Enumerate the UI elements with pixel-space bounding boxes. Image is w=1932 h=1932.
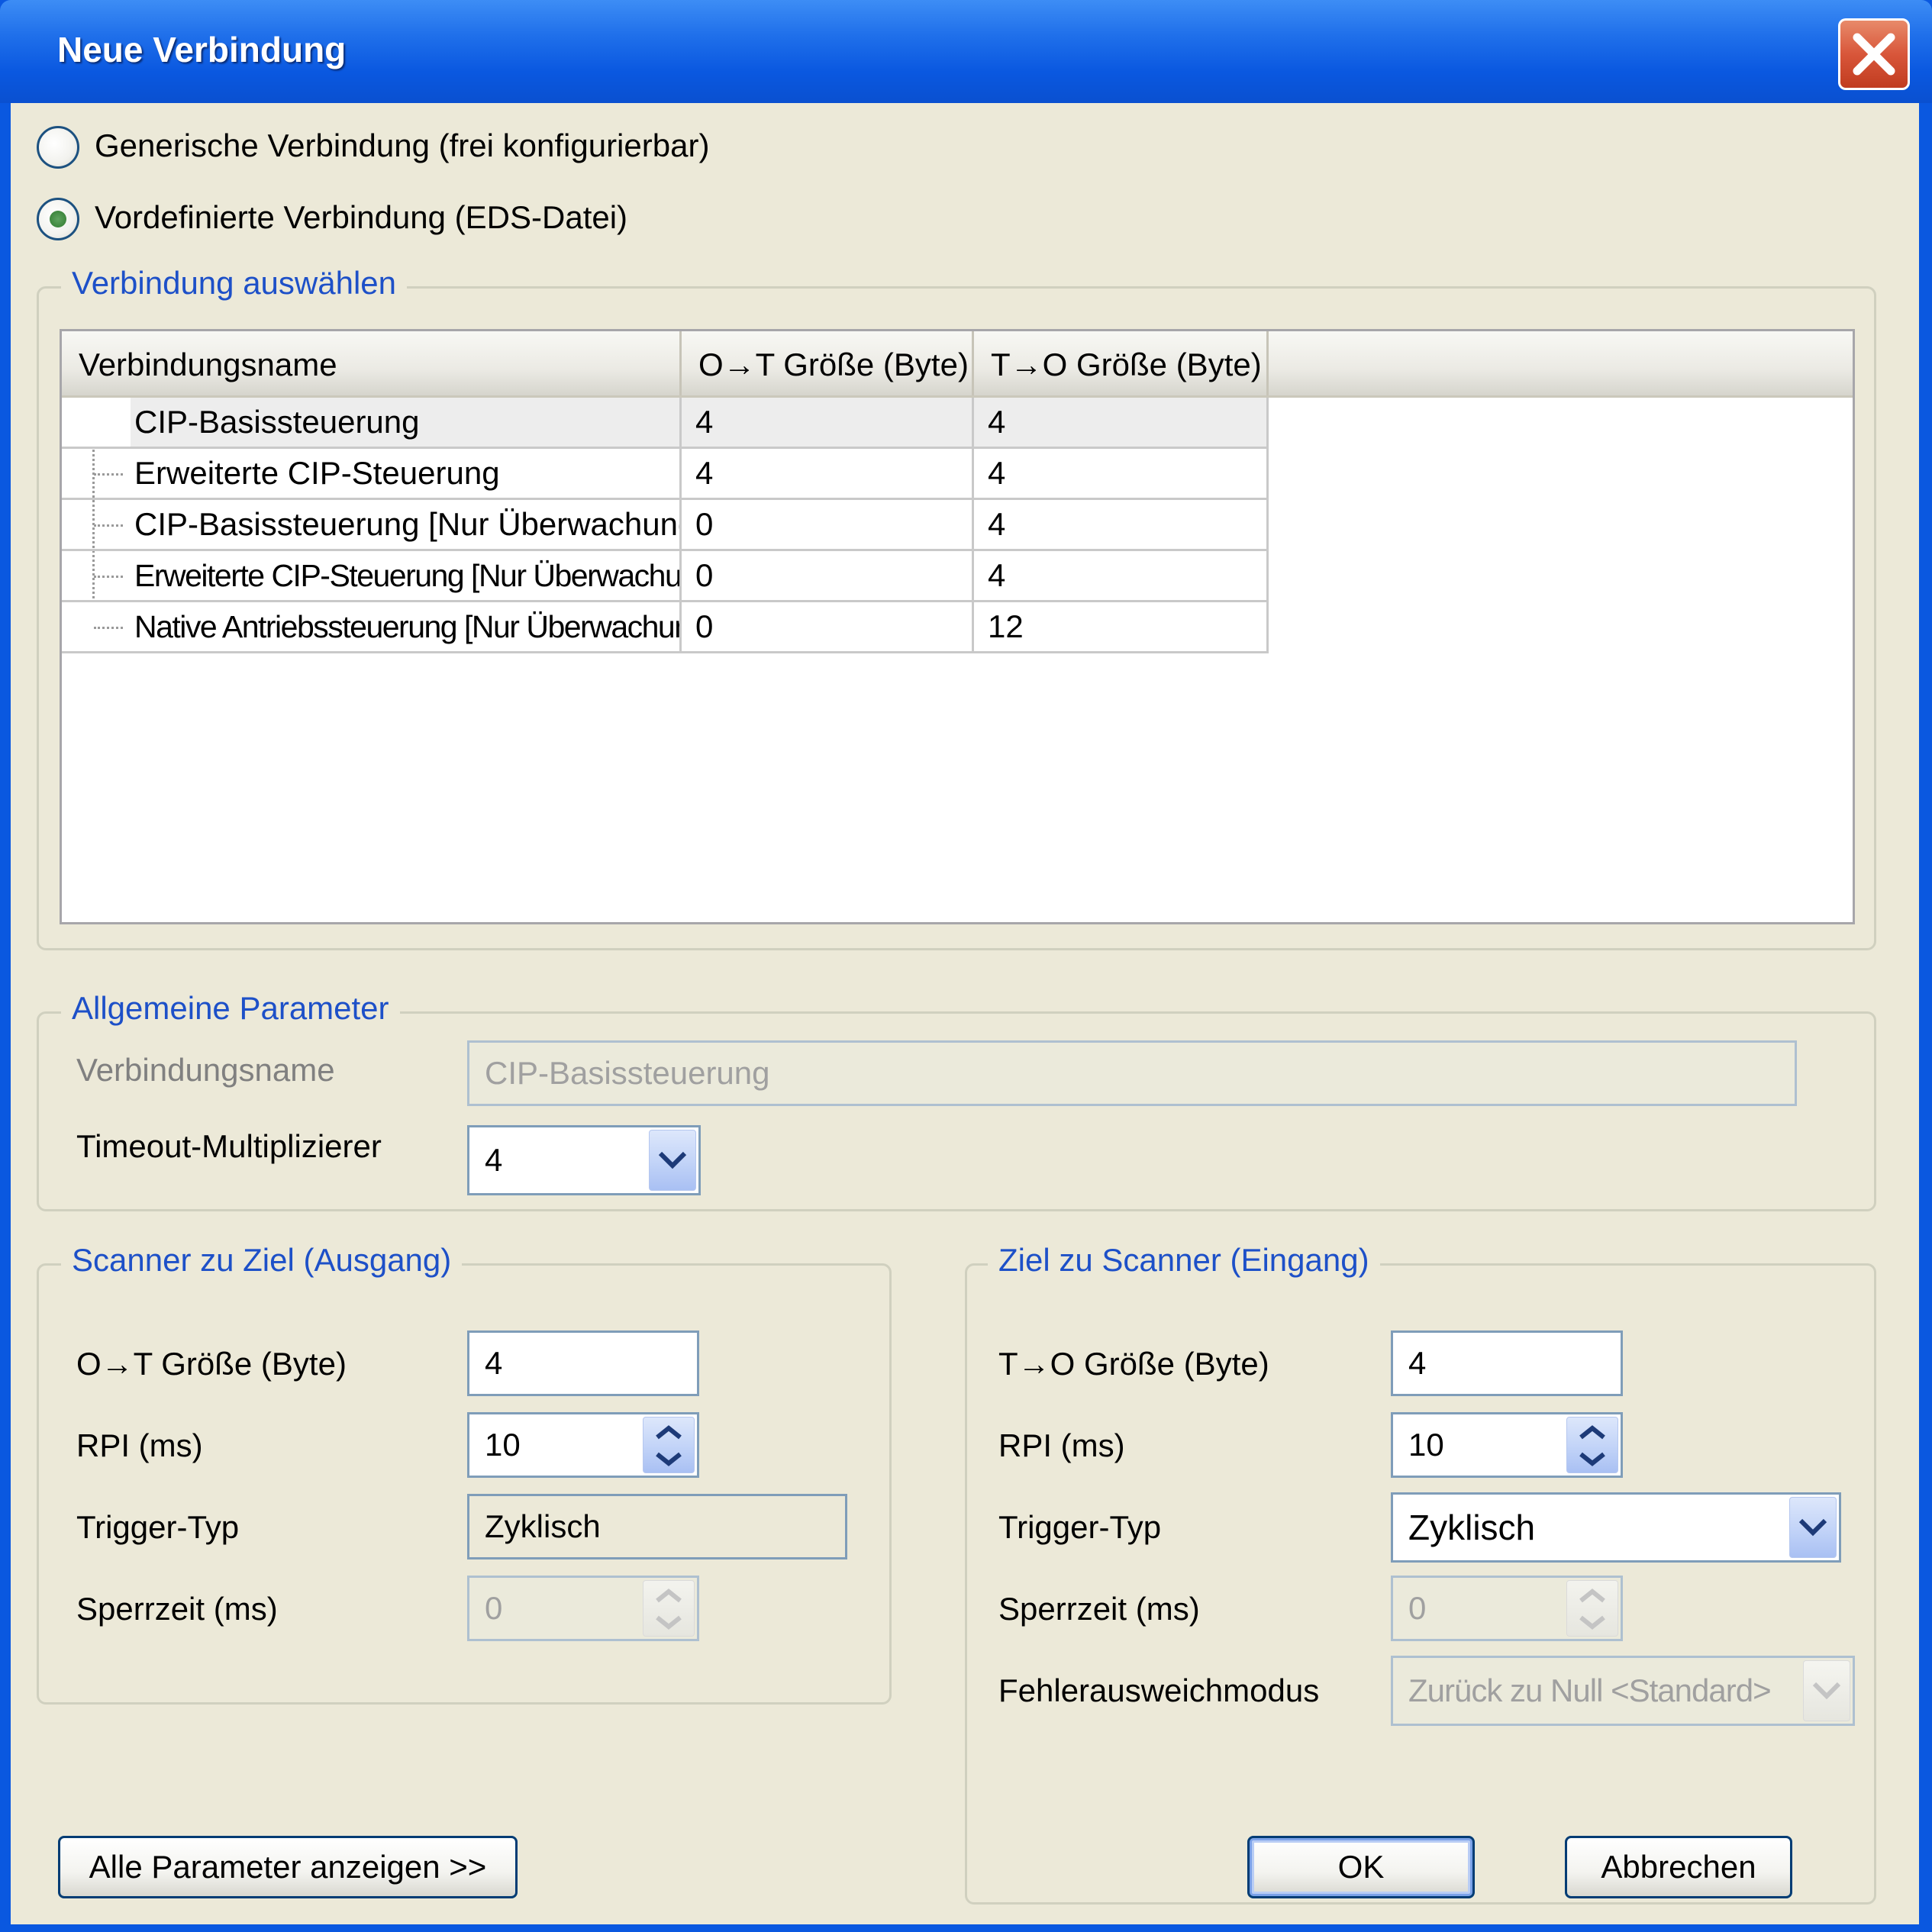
timeout-multiplier-value: 4 [485, 1142, 503, 1178]
column-header-to-size[interactable]: T→O Größe (Byte) [974, 331, 1269, 395]
output-legend: Scanner zu Ziel (Ausgang) [61, 1242, 463, 1279]
table-row-name[interactable]: Native Antriebssteuerung [Nur Überwachun… [62, 602, 682, 653]
chevron-down-icon [658, 1151, 687, 1169]
table-row-name[interactable]: Erweiterte CIP-Steuerung [Nur Überwachun… [62, 551, 682, 602]
cancel-button[interactable]: Abbrechen [1565, 1836, 1792, 1898]
input-size-label: T→O Größe (Byte) [998, 1346, 1269, 1382]
close-icon [1853, 33, 1895, 76]
column-header-name[interactable]: Verbindungsname [62, 331, 682, 395]
input-legend: Ziel zu Scanner (Eingang) [988, 1242, 1380, 1279]
input-inhibit-field[interactable]: 0 [1391, 1576, 1623, 1641]
input-inhibit-spinner[interactable] [1566, 1580, 1618, 1637]
table-row-to[interactable]: 4 [974, 449, 1269, 500]
dialog-window: Neue Verbindung Generische Verbindung (f… [0, 0, 1932, 1932]
output-trigger-field[interactable]: Zyklisch [467, 1494, 847, 1559]
input-trigger-label: Trigger-Typ [998, 1509, 1162, 1545]
title-bar[interactable]: Neue Verbindung [0, 0, 1932, 103]
timeout-multiplier-dropdown[interactable]: 4 [467, 1125, 701, 1195]
chevron-down-icon [1812, 1682, 1841, 1700]
window-title: Neue Verbindung [57, 30, 347, 69]
connection-name-label: Verbindungsname [76, 1052, 335, 1088]
dialog-body: Generische Verbindung (frei konfigurierb… [11, 103, 1919, 1924]
output-size-field[interactable]: 4 [467, 1330, 699, 1396]
input-trigger-dropdown[interactable]: Zyklisch [1391, 1492, 1841, 1563]
fault-mode-dropdown[interactable]: Zurück zu Null <Standard> [1391, 1656, 1855, 1726]
select-connection-legend: Verbindung auswählen [61, 265, 408, 302]
input-rpi-value: 10 [1408, 1427, 1444, 1463]
input-trigger-value: Zyklisch [1408, 1508, 1536, 1547]
spinner-arrows-icon [656, 1425, 682, 1466]
output-group [37, 1263, 892, 1705]
spinner-arrows-icon [1579, 1588, 1605, 1630]
fault-mode-label: Fehlerausweichmodus [998, 1672, 1320, 1708]
table-row-ot[interactable]: 0 [682, 500, 974, 551]
input-rpi-field[interactable]: 10 [1391, 1412, 1623, 1478]
spinner-arrows-icon [1579, 1425, 1605, 1466]
fault-mode-value: Zurück zu Null <Standard> [1408, 1672, 1772, 1708]
input-inhibit-value: 0 [1408, 1590, 1427, 1626]
output-inhibit-label: Sperrzeit (ms) [76, 1591, 278, 1627]
output-inhibit-field[interactable]: 0 [467, 1576, 699, 1641]
output-rpi-value: 10 [485, 1427, 521, 1463]
table-row-to[interactable]: 4 [974, 398, 1269, 449]
table-row-to[interactable]: 4 [974, 500, 1269, 551]
table-row-ot[interactable]: 4 [682, 398, 974, 449]
chevron-down-icon [1798, 1518, 1827, 1537]
table-row-to[interactable]: 4 [974, 551, 1269, 602]
radio-generic-label[interactable]: Generische Verbindung (frei konfigurierb… [95, 127, 709, 164]
radio-selected-dot [50, 211, 66, 227]
table-row-name[interactable]: CIP-Basissteuerung [Nur Überwachung] [62, 500, 682, 551]
table-header: Verbindungsname O→T Größe (Byte) T→O Grö… [62, 331, 1853, 398]
table-row-name[interactable]: CIP-Basissteuerung [62, 398, 682, 449]
spinner-arrows-icon [656, 1588, 682, 1630]
timeout-multiplier-label: Timeout-Multiplizierer [76, 1128, 382, 1164]
input-inhibit-label: Sperrzeit (ms) [998, 1591, 1200, 1627]
table-row-ot[interactable]: 4 [682, 449, 974, 500]
output-inhibit-value: 0 [485, 1590, 503, 1626]
output-rpi-label: RPI (ms) [76, 1427, 203, 1463]
output-inhibit-spinner[interactable] [643, 1580, 695, 1637]
fault-mode-dropdown-button[interactable] [1803, 1660, 1850, 1721]
table-row-name[interactable]: Erweiterte CIP-Steuerung [62, 449, 682, 500]
output-size-label: O→T Größe (Byte) [76, 1346, 347, 1382]
column-header-ot-size[interactable]: O→T Größe (Byte) [682, 331, 974, 395]
input-rpi-label: RPI (ms) [998, 1427, 1125, 1463]
input-rpi-spinner[interactable] [1566, 1417, 1618, 1473]
connection-name-field[interactable]: CIP-Basissteuerung [467, 1040, 1797, 1106]
table-row-to[interactable]: 12 [974, 602, 1269, 653]
output-rpi-spinner[interactable] [643, 1417, 695, 1473]
radio-generic[interactable] [37, 126, 79, 169]
output-rpi-field[interactable]: 10 [467, 1412, 699, 1478]
ok-button[interactable]: OK [1247, 1836, 1475, 1898]
output-trigger-label: Trigger-Typ [76, 1509, 240, 1545]
input-size-field[interactable]: 4 [1391, 1330, 1623, 1396]
timeout-dropdown-button[interactable] [649, 1130, 696, 1191]
radio-predefined-label[interactable]: Vordefinierte Verbindung (EDS-Datei) [95, 199, 627, 236]
input-trigger-dropdown-button[interactable] [1789, 1497, 1837, 1558]
table-row-ot[interactable]: 0 [682, 602, 974, 653]
connection-table: Verbindungsname O→T Größe (Byte) T→O Grö… [60, 329, 1855, 924]
show-all-params-button[interactable]: Alle Parameter anzeigen >> [58, 1836, 518, 1898]
close-button[interactable] [1838, 18, 1910, 90]
table-row-ot[interactable]: 0 [682, 551, 974, 602]
general-params-legend: Allgemeine Parameter [61, 990, 400, 1027]
radio-predefined[interactable] [37, 198, 79, 240]
